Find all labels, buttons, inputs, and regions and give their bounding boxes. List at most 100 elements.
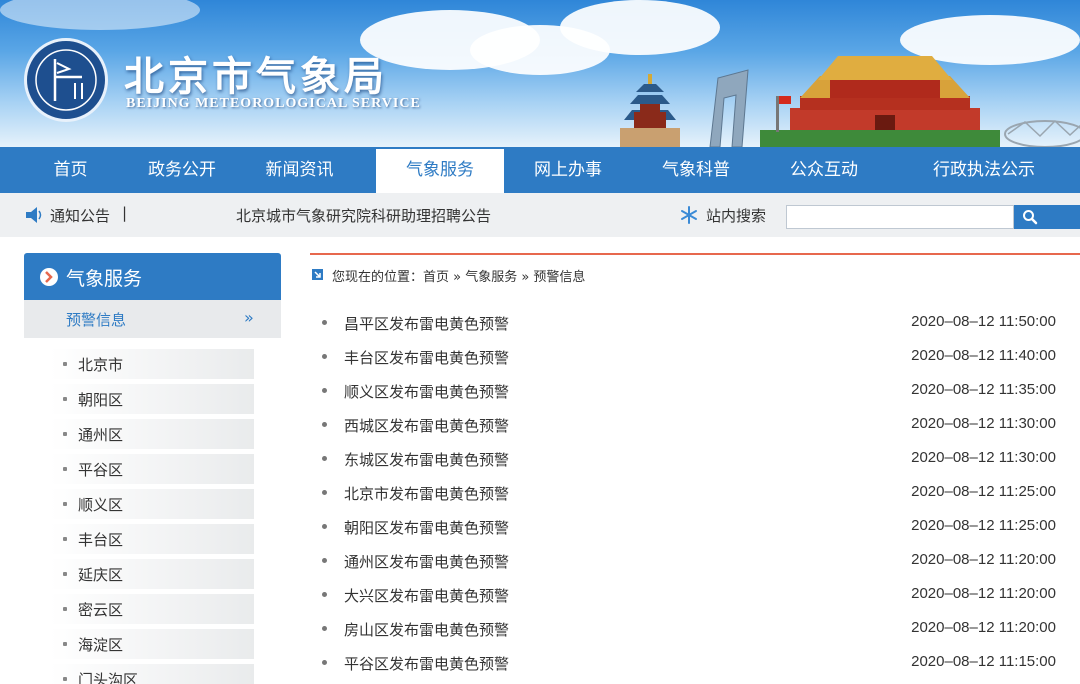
warning-list-item-title[interactable]: 朝阳区发布雷电黄色预警 [344, 517, 509, 538]
sidebar-subitem-label: 顺义区 [78, 496, 124, 514]
content-top-divider [310, 253, 1080, 255]
sidebar-subitem-label: 平谷区 [78, 461, 124, 479]
bullet-icon [322, 456, 327, 461]
bullet-icon [322, 626, 327, 631]
bullet-icon [63, 502, 67, 506]
warning-list-item-date: 2020–08–12 11:40:00 [911, 347, 1056, 364]
sidebar-subitem-label: 海淀区 [78, 636, 124, 654]
warning-list-item-title[interactable]: 昌平区发布雷电黄色预警 [344, 313, 509, 334]
warning-list-item-date: 2020–08–12 11:30:00 [911, 449, 1056, 466]
temple-of-heaven-icon [620, 74, 680, 147]
sidebar-subitem[interactable]: 平谷区 [50, 454, 254, 484]
weather-vane-icon [35, 49, 97, 111]
warning-list-item-title[interactable]: 顺义区发布雷电黄色预警 [344, 381, 509, 402]
bullet-icon [63, 467, 67, 471]
warning-list-item-date: 2020–08–12 11:20:00 [911, 551, 1056, 568]
sidebar-subitem[interactable]: 延庆区 [50, 559, 254, 589]
warning-list-item-title[interactable]: 平谷区发布雷电黄色预警 [344, 653, 509, 674]
warning-list-item-date: 2020–08–12 11:25:00 [911, 517, 1056, 534]
sidebar-subitem[interactable]: 北京市 [50, 349, 254, 379]
site-title: 北京市气象局 [124, 53, 388, 100]
bullet-icon [322, 422, 327, 427]
site-subtitle: BEIJING METEOROLOGICAL SERVICE [126, 96, 421, 111]
bullet-icon [63, 642, 67, 646]
search-button[interactable] [1014, 205, 1080, 229]
nav-weather-service[interactable]: 气象服务 [376, 149, 504, 193]
bullet-icon [322, 388, 327, 393]
chevron-right-circle-icon [40, 268, 58, 286]
sidebar-subitem[interactable]: 朝阳区 [50, 384, 254, 414]
bullet-icon [322, 660, 327, 665]
warning-list-item-date: 2020–08–12 11:50:00 [911, 313, 1056, 330]
search-icon [1023, 210, 1038, 225]
sidebar-subitem-label: 门头沟区 [78, 671, 139, 684]
nav-news[interactable]: 新闻资讯 [223, 147, 376, 193]
warning-list-item-title[interactable]: 丰台区发布雷电黄色预警 [344, 347, 509, 368]
sidebar-subitem[interactable]: 顺义区 [50, 489, 254, 519]
sidebar-subitem[interactable]: 门头沟区 [50, 664, 254, 684]
location-arrow-icon [312, 269, 323, 280]
sidebar-subitem[interactable]: 通州区 [50, 419, 254, 449]
sidebar-subitem[interactable]: 密云区 [50, 594, 254, 624]
nav-law-enforcement[interactable]: 行政执法公示 [888, 147, 1080, 193]
speaker-icon [26, 207, 42, 223]
landmarks-illustration [620, 56, 1080, 147]
sidebar-subitem-label: 北京市 [78, 356, 124, 374]
bullet-icon [63, 677, 67, 681]
warning-list-item-title[interactable]: 通州区发布雷电黄色预警 [344, 551, 509, 572]
warning-list-item-date: 2020–08–12 11:35:00 [911, 381, 1056, 398]
cloud-decoration [0, 0, 200, 30]
nav-science[interactable]: 气象科普 [632, 147, 760, 193]
sidebar-subitem-label: 朝阳区 [78, 391, 124, 409]
bullet-icon [63, 432, 67, 436]
bullet-icon [63, 397, 67, 401]
bullet-icon [322, 490, 327, 495]
bullet-icon [63, 572, 67, 576]
bullet-icon [63, 537, 67, 541]
bullet-icon [63, 607, 67, 611]
sidebar-subitem[interactable]: 海淀区 [50, 629, 254, 659]
cctv-building-icon [709, 69, 749, 147]
warning-list-item-title[interactable]: 西城区发布雷电黄色预警 [344, 415, 509, 436]
search-input[interactable] [786, 205, 1014, 229]
nav-public-interaction[interactable]: 公众互动 [760, 147, 888, 193]
header-banner: 北京市气象局 BEIJING METEOROLOGICAL SERVICE [0, 0, 1080, 147]
bullet-icon [322, 524, 327, 529]
bullet-icon [322, 354, 327, 359]
sidebar-subitem[interactable]: 丰台区 [50, 524, 254, 554]
notice-label[interactable]: 通知公告 [50, 205, 110, 226]
warning-list-item-date: 2020–08–12 11:25:00 [911, 483, 1056, 500]
bullet-icon [322, 320, 327, 325]
main-nav: 首页 政务公开 新闻资讯 气象服务 网上办事 气象科普 公众互动 行政执法公示 [0, 147, 1080, 193]
logo-icon[interactable] [24, 38, 108, 122]
bullet-icon [63, 362, 67, 366]
sidebar-item-label[interactable]: 预警信息 [66, 309, 126, 330]
notice-separator: | [122, 204, 128, 222]
birds-nest-stadium-icon [1004, 119, 1080, 147]
breadcrumb: 您现在的位置：首页 » 气象服务 » 预警信息 [332, 270, 586, 285]
bullet-icon [322, 558, 327, 563]
warning-list-item-title[interactable]: 房山区发布雷电黄色预警 [344, 619, 509, 640]
sidebar-item-warning-info[interactable] [24, 300, 281, 338]
warning-list-item-date: 2020–08–12 11:30:00 [911, 415, 1056, 432]
warning-list-item-title[interactable]: 东城区发布雷电黄色预警 [344, 449, 509, 470]
sidebar-title: 气象服务 [66, 268, 143, 290]
sidebar-subitem-label: 密云区 [78, 601, 124, 619]
double-chevron-right-icon: » [244, 308, 254, 327]
snowflake-icon [681, 206, 697, 224]
sidebar-subitem-label: 通州区 [78, 426, 124, 444]
nav-home[interactable]: 首页 [0, 147, 141, 193]
bullet-icon [322, 592, 327, 597]
warning-list-item-title[interactable]: 大兴区发布雷电黄色预警 [344, 585, 509, 606]
warning-list-item-date: 2020–08–12 11:20:00 [911, 619, 1056, 636]
nav-government-affairs[interactable]: 政务公开 [141, 147, 223, 193]
notice-marquee-text[interactable]: 北京城市气象研究院科研助理招聘公告 [236, 205, 491, 226]
search-label: 站内搜索 [706, 207, 767, 225]
warning-list-item-title[interactable]: 北京市发布雷电黄色预警 [344, 483, 509, 504]
warning-list-item-date: 2020–08–12 11:20:00 [911, 585, 1056, 602]
sidebar-header [24, 253, 281, 300]
nav-online-service[interactable]: 网上办事 [504, 147, 632, 193]
tiananmen-icon [760, 56, 1000, 147]
sidebar-subitem-label: 延庆区 [78, 566, 124, 584]
warning-list-item-date: 2020–08–12 11:15:00 [911, 653, 1056, 670]
